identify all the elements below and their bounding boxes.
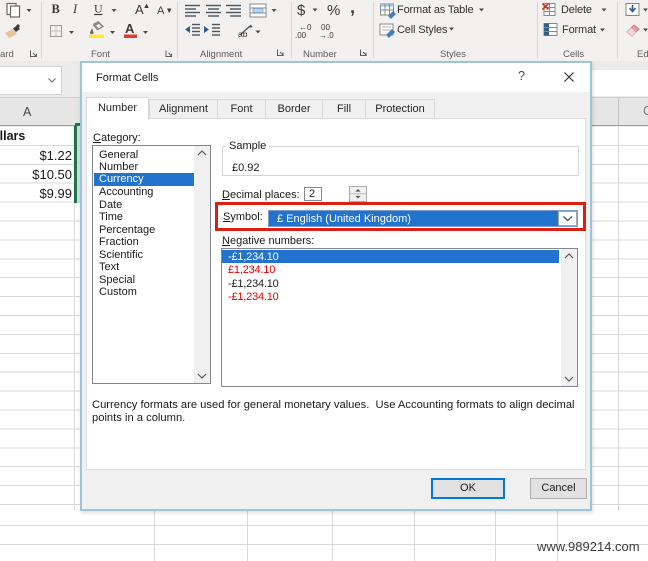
svg-text:ard: ard [0,49,14,60]
svg-text:$: $ [297,2,306,19]
svg-text:Cell Styles: Cell Styles [397,24,448,36]
svg-text:Format as Table: Format as Table [397,4,473,16]
svg-text:Styles: Styles [440,49,466,60]
svg-text:Ed: Ed [637,49,648,60]
svg-text:.00: .00 [295,31,307,40]
svg-text:A: A [157,5,165,17]
svg-text:Number: Number [303,49,337,60]
svg-text:Alignment: Alignment [200,49,243,60]
svg-text:Delete: Delete [561,4,592,16]
svg-text:Format: Format [562,24,596,36]
svg-text:B: B [52,2,60,16]
svg-text:A: A [125,21,135,36]
svg-text:A: A [135,2,144,17]
svg-text:Font: Font [91,49,110,60]
svg-text:ab: ab [238,29,248,39]
svg-text:Cells: Cells [563,49,584,60]
svg-text:U: U [94,2,103,16]
svg-text:%: % [327,2,340,19]
svg-text:,: , [350,0,355,17]
svg-text:→.0: →.0 [319,31,334,40]
svg-text:I: I [72,2,78,16]
